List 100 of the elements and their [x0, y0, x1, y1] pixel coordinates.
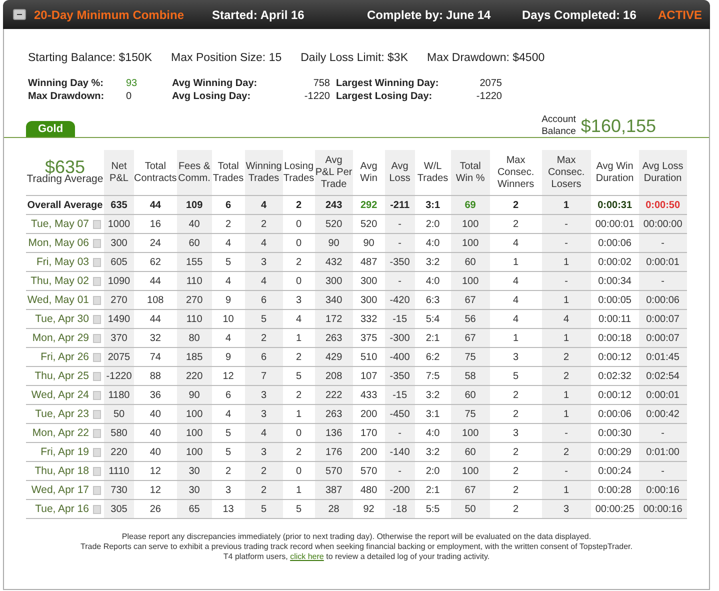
table-cell: 1 — [542, 404, 591, 424]
table-cell: 30 — [176, 480, 212, 500]
stat-label: Largest Winning Day: — [336, 78, 440, 89]
table-cell: 220 — [104, 442, 134, 462]
table-cell: 263 — [314, 404, 353, 424]
table-cell: 67 — [450, 290, 490, 310]
table-cell: -450 — [384, 404, 415, 424]
date-link[interactable]: Tue, Apr 23 — [35, 408, 89, 420]
table-cell: 136 — [314, 424, 353, 442]
table-cell: - — [638, 272, 687, 290]
table-cell: -400 — [384, 348, 415, 366]
date-link[interactable]: Thu, Apr 18 — [34, 465, 89, 478]
balance-value: $160,155 — [580, 116, 656, 136]
table-cell: 570 — [314, 462, 353, 480]
table-cell: -211 — [384, 196, 415, 214]
table-cell: 100 — [450, 272, 490, 290]
table-cell: - — [638, 424, 687, 442]
table-cell: -15 — [384, 310, 415, 328]
date-link[interactable]: Fri, May 03 — [36, 256, 89, 268]
table-cell: 580 — [104, 424, 134, 442]
table-cell: - — [384, 272, 415, 290]
field-value: 16 — [623, 8, 636, 22]
date-link[interactable]: Wed, May 01 — [27, 294, 89, 306]
table-cell: 60 — [450, 386, 490, 404]
table-cell: 7 — [244, 366, 283, 386]
date-link[interactable]: Fri, Apr 26 — [40, 351, 89, 364]
table-cell: 56 — [450, 310, 490, 328]
tab[interactable]: Gold — [26, 121, 76, 137]
table-cell: 387 — [314, 480, 353, 500]
table-cell: 00:00:00 — [638, 214, 687, 234]
table-cell: 300 — [314, 272, 353, 290]
field-label: Days Completed: — [522, 8, 620, 22]
footer-text: Please report any discrepancies immediately (prior to next trading day). Otherwise the report will be evaluated on the data displayed. — [120, 532, 592, 542]
table-cell: 730 — [104, 480, 134, 500]
table-cell: 1 — [542, 480, 591, 500]
combine-title: 20-Day Minimum Combine — [34, 8, 186, 22]
date-link[interactable]: Thu, May 02 — [30, 275, 89, 288]
table-cell: 4 — [244, 234, 283, 252]
stat-label: Avg Winning Day: — [172, 78, 258, 89]
table-cell: 270 — [104, 290, 134, 310]
collapse-icon[interactable] — [13, 9, 26, 20]
date-link[interactable]: Tue, May 07 — [31, 218, 89, 230]
table-cell: 0:02:54 — [638, 366, 687, 386]
table-cell: 60 — [450, 252, 490, 272]
trading-average-label: Trading Average — [26, 172, 104, 184]
table-cell: 0:00:16 — [638, 480, 687, 500]
table-cell: 2 — [244, 462, 283, 480]
table-cell: 155 — [176, 252, 212, 272]
stat-value: 758 — [312, 78, 330, 89]
date-link[interactable]: Wed, Apr 24 — [31, 389, 89, 402]
date-link[interactable]: Thu, Apr 25 — [34, 370, 89, 382]
table-cell: 2 — [542, 366, 591, 386]
table-cell: 1490 — [104, 310, 134, 328]
table-cell: 100 — [450, 214, 490, 234]
trading-average-value: $635 — [44, 160, 86, 172]
table-cell: - — [384, 214, 415, 234]
table-cell: 5 — [244, 500, 283, 518]
column-header: Fees & Comm. — [176, 150, 212, 196]
table-cell: -350 — [384, 252, 415, 272]
date-link[interactable]: Mon, May 06 — [28, 237, 89, 250]
table-cell: 263 — [314, 328, 353, 348]
date-link[interactable]: Wed, Apr 17 — [31, 484, 89, 496]
table-cell: 28 — [314, 500, 353, 518]
table-cell: 4 — [244, 424, 283, 442]
table-cell: - — [542, 234, 591, 252]
table-cell: 80 — [176, 328, 212, 348]
table-cell: -300 — [384, 328, 415, 348]
table-cell: 176 — [314, 442, 353, 462]
table-cell: 110 — [176, 310, 212, 328]
limit-text: Starting Balance: $150K — [28, 52, 152, 64]
table-cell: 100 — [450, 462, 490, 480]
table-cell: 432 — [314, 252, 353, 272]
table-cell: -18 — [384, 500, 415, 518]
table-cell: 58 — [450, 366, 490, 386]
table-cell: -1220 — [104, 366, 134, 386]
table-cell: 67 — [450, 328, 490, 348]
table-cell: 6 — [244, 348, 283, 366]
table-cell: - — [542, 272, 591, 290]
date-link[interactable]: Tue, Apr 30 — [35, 313, 89, 326]
table-cell: 185 — [176, 348, 212, 366]
table-cell: 429 — [314, 348, 353, 366]
table-cell: 40 — [176, 214, 212, 234]
table-cell: -350 — [384, 366, 415, 386]
table-cell: - — [384, 462, 415, 480]
footer-text: Trade Reports can serve to exhibit a previous trading track record when seeking financial backing or employment, with the written consent of TopstepTrader. — [80, 542, 634, 552]
click-here-link[interactable]: click here — [290, 552, 324, 561]
table-cell: 1 — [542, 290, 591, 310]
date-link[interactable]: Mon, Apr 29 — [32, 332, 89, 344]
table-cell: 90 — [176, 386, 212, 404]
table-cell: 3 — [244, 386, 283, 404]
table-cell: 30 — [176, 462, 212, 480]
limit-text: Max Drawdown: $4500 — [427, 52, 545, 64]
date-link[interactable]: Mon, Apr 22 — [32, 427, 89, 440]
table-cell: - — [638, 234, 687, 252]
table-cell: 0:00:50 — [638, 196, 687, 214]
table-cell: 60 — [176, 234, 212, 252]
date-link[interactable]: Tue, Apr 16 — [35, 503, 89, 516]
table-cell: 2 — [244, 480, 283, 500]
date-link[interactable]: Fri, Apr 19 — [40, 446, 89, 458]
table-cell: 300 — [104, 234, 134, 252]
